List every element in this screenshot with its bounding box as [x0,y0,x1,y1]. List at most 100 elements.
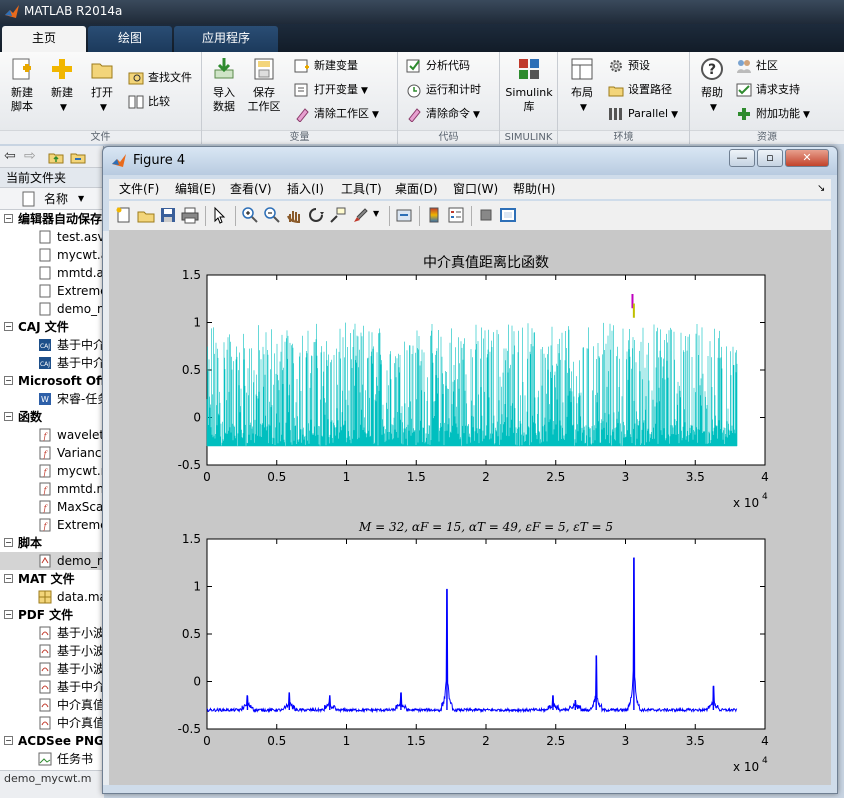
simulink-library-button[interactable]: Simulink 库 [504,56,554,114]
menu-window[interactable]: 窗口(W) [453,181,498,197]
community-button[interactable]: 社区 [736,56,778,76]
find-files-button[interactable]: 查找文件 [128,68,192,88]
file-item[interactable]: CAJ 基于中介 [0,336,103,354]
file-item[interactable]: CAJ 基于中介 [0,354,103,372]
set-path-button[interactable]: 设置路径 [608,80,672,100]
brush-dropdown-icon[interactable]: ▼ [373,209,379,218]
minimize-button[interactable]: — [729,149,755,167]
add-ons-button[interactable]: 附加功能 ▼ [736,104,810,124]
collapse-icon[interactable]: − [4,376,13,385]
menu-tools[interactable]: 工具(T) [341,181,382,197]
parallel-button[interactable]: Parallel ▼ [608,104,678,124]
save-workspace-button[interactable]: 保存 工作区 [246,56,282,114]
analyze-code-button[interactable]: 分析代码 [406,56,470,76]
up-folder-icon[interactable] [48,149,64,165]
pointer-icon[interactable] [211,206,229,224]
help-button[interactable]: ? 帮助 ▼ [694,56,730,115]
legend-icon[interactable] [447,206,465,224]
file-group-header[interactable]: − CAJ 文件 [0,318,103,336]
menu-view[interactable]: 查看(V) [230,181,272,197]
clear-workspace-button[interactable]: 清除工作区 ▼ [294,104,379,124]
column-header-name[interactable]: 名称 ▼ [0,188,103,210]
file-group-header[interactable]: − 脚本 [0,534,103,552]
menu-help[interactable]: 帮助(H) [513,181,555,197]
hide-plot-tools-icon[interactable] [477,206,495,224]
tab-plots[interactable]: 绘图 [88,26,172,52]
file-group-header[interactable]: − 编辑器自动保存 [0,210,103,228]
clear-commands-button[interactable]: 清除命令 ▼ [406,104,480,124]
file-item[interactable]: 基于小波 [0,624,103,642]
menu-insert[interactable]: 插入(I) [287,181,324,197]
file-item[interactable]: f Varianc [0,444,103,462]
layout-button[interactable]: 布局 ▼ [564,56,600,115]
collapse-icon[interactable]: − [4,322,13,331]
tab-apps[interactable]: 应用程序 [174,26,278,52]
file-group-header[interactable]: − Microsoft Off [0,372,103,390]
open-file-icon[interactable] [137,206,155,224]
file-item[interactable]: test.asv [0,228,103,246]
figure-titlebar[interactable]: Figure 4 — ▫ ✕ [103,147,837,175]
file-group-header[interactable]: − MAT 文件 [0,570,103,588]
pan-icon[interactable] [285,206,303,224]
rotate-3d-icon[interactable] [307,206,325,224]
preferences-button[interactable]: 预设 [608,56,650,76]
dock-arrow-icon[interactable]: ↘ [817,181,825,197]
file-item[interactable]: 基于小波 [0,642,103,660]
collapse-icon[interactable]: − [4,574,13,583]
link-plot-icon[interactable] [395,206,413,224]
data-cursor-icon[interactable] [329,206,347,224]
brush-icon[interactable] [351,206,369,224]
collapse-icon[interactable]: − [4,610,13,619]
file-item[interactable]: 基于小波 [0,660,103,678]
file-item[interactable]: 中介真值 [0,696,103,714]
file-item[interactable]: f Extreme [0,516,103,534]
tab-home[interactable]: 主页 [2,26,86,52]
file-item[interactable]: W 宋睿-任务 [0,390,103,408]
maximize-button[interactable]: ▫ [757,149,783,167]
file-item[interactable]: 基于中介 [0,678,103,696]
menu-file[interactable]: 文件(F) [119,181,159,197]
file-item[interactable]: mmtd.a [0,264,103,282]
file-item[interactable]: f wavelet [0,426,103,444]
print-icon[interactable] [181,206,199,224]
file-item[interactable]: data.ma [0,588,103,606]
run-and-time-button[interactable]: 运行和计时 [406,80,481,100]
collapse-icon[interactable]: − [4,214,13,223]
x-exponent-label: x 10 [733,496,759,510]
file-group-header[interactable]: − 函数 [0,408,103,426]
file-item[interactable]: Extreme [0,282,103,300]
file-group-header[interactable]: − ACDSee PNG [0,732,103,750]
file-group-header[interactable]: − PDF 文件 [0,606,103,624]
save-icon[interactable] [159,206,177,224]
file-item[interactable]: f MaxSca [0,498,103,516]
browse-folder-icon[interactable] [70,149,86,165]
new-figure-icon[interactable] [115,206,133,224]
file-item[interactable]: demo_m [0,552,103,570]
collapse-icon[interactable]: − [4,538,13,547]
back-arrow-icon[interactable]: ⇦ [4,148,16,164]
menu-edit[interactable]: 编辑(E) [175,181,216,197]
collapse-icon[interactable]: − [4,412,13,421]
file-item[interactable]: 中介真值 [0,714,103,732]
collapse-icon[interactable]: − [4,736,13,745]
new-variable-button[interactable]: 新建变量 [294,56,358,76]
zoom-out-icon[interactable] [263,206,281,224]
menu-desktop[interactable]: 桌面(D) [395,181,438,197]
show-plot-tools-icon[interactable] [499,206,517,224]
request-support-button[interactable]: 请求支持 [736,80,800,100]
colorbar-icon[interactable] [425,206,443,224]
zoom-in-icon[interactable] [241,206,259,224]
new-script-button[interactable]: 新建 脚本 [4,56,40,114]
compare-button[interactable]: 比较 [128,92,170,112]
file-item[interactable]: 任务书 [0,750,103,768]
open-variable-button[interactable]: 打开变量 ▼ [294,80,368,100]
file-item[interactable]: demo_m [0,300,103,318]
open-button[interactable]: 打开 ▼ [84,56,120,115]
forward-arrow-icon[interactable]: ⇨ [24,148,36,164]
file-item[interactable]: f mmtd.m [0,480,103,498]
new-button[interactable]: 新建 ▼ [44,56,80,115]
import-data-button[interactable]: 导入 数据 [206,56,242,114]
file-item[interactable]: mycwt.a [0,246,103,264]
file-item[interactable]: f mycwt.m [0,462,103,480]
close-button[interactable]: ✕ [785,149,829,167]
